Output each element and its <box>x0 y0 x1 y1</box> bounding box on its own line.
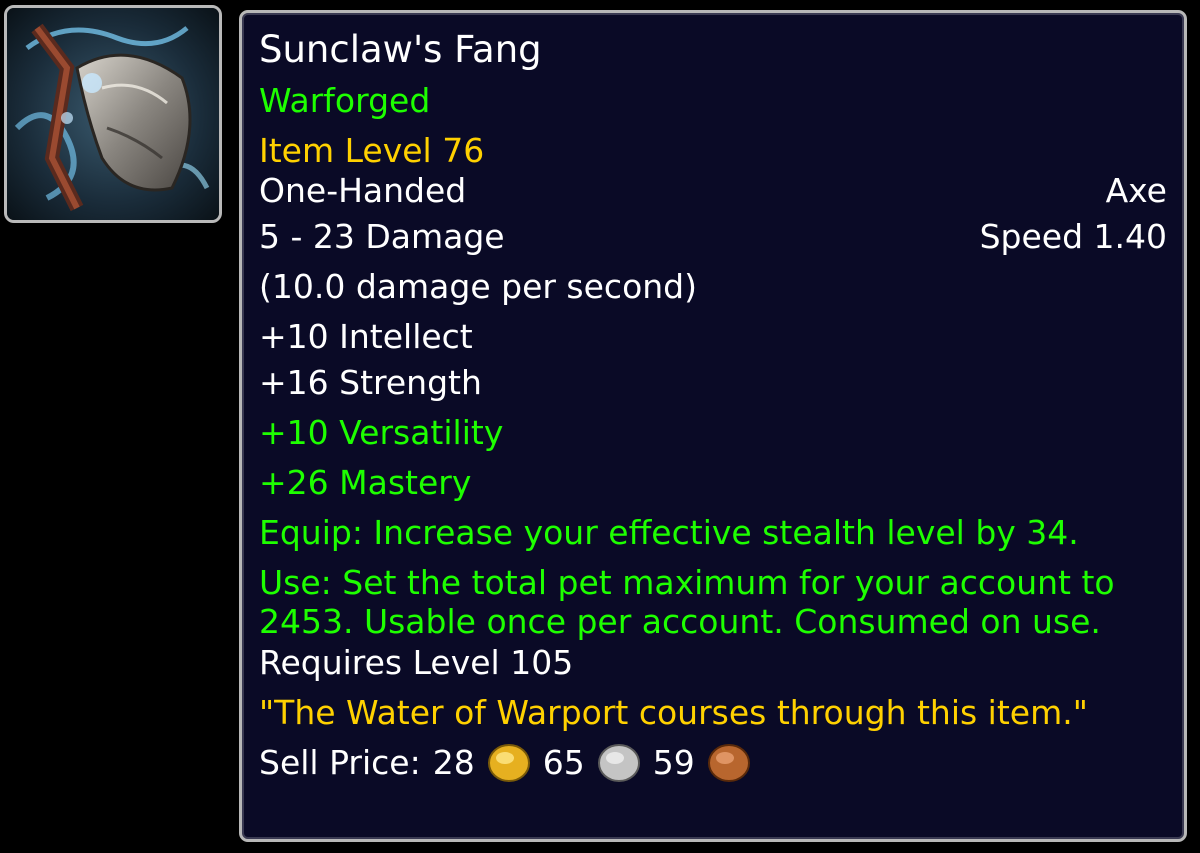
item-quality-tag: Warforged <box>259 81 431 120</box>
item-slot: One-Handed <box>259 171 467 210</box>
damage-per-second: (10.0 damage per second) <box>259 267 697 306</box>
silver-amount: 65 <box>542 743 585 782</box>
use-effect: Use: Set the total pet maximum for your … <box>259 563 1115 641</box>
flavor-text: "The Water of Warport courses through th… <box>259 693 1088 732</box>
item-icon-frame[interactable] <box>4 5 222 223</box>
level-requirement: Requires Level 105 <box>259 643 574 682</box>
slot-type-row: One-Handed Axe <box>259 171 1167 211</box>
stat-mastery: +26 Mastery <box>259 463 472 502</box>
silver-coin-icon <box>597 743 641 783</box>
weapon-type: Axe <box>1105 171 1167 210</box>
copper-coin-icon <box>707 743 751 783</box>
stat-intellect: +10 Intellect <box>259 317 473 356</box>
item-level: Item Level 76 <box>259 131 485 170</box>
stat-strength: +16 Strength <box>259 363 482 402</box>
weapon-damage: 5 - 23 Damage <box>259 217 505 256</box>
damage-speed-row: 5 - 23 Damage Speed 1.40 <box>259 217 1167 257</box>
gold-coin-icon <box>487 743 531 783</box>
sell-price-label: Sell Price: <box>259 743 421 782</box>
item-name: Sunclaw's Fang <box>259 28 542 71</box>
item-tooltip: Sunclaw's Fang Warforged Item Level 76 O… <box>239 10 1187 842</box>
sell-price: Sell Price: 28 65 59 <box>259 743 1167 783</box>
axe-weapon-icon <box>7 8 219 220</box>
copper-amount: 59 <box>652 743 695 782</box>
weapon-speed: Speed 1.40 <box>979 217 1167 256</box>
equip-effect: Equip: Increase your effective stealth l… <box>259 513 1079 552</box>
gold-amount: 28 <box>432 743 475 782</box>
stat-versatility: +10 Versatility <box>259 413 504 452</box>
